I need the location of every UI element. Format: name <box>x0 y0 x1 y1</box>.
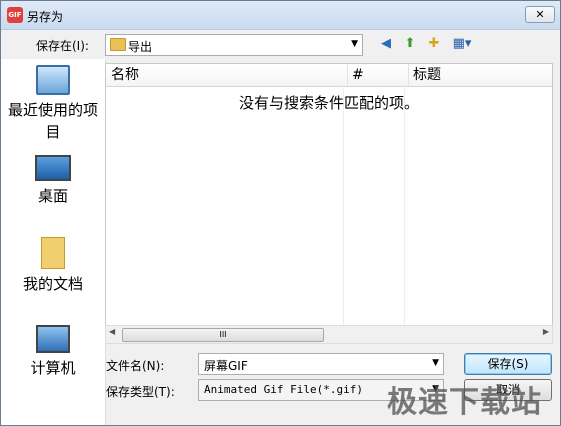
scroll-thumb[interactable]: III <box>122 328 324 342</box>
filetype-label: 保存类型(T): <box>106 385 175 399</box>
chevron-down-icon: ▼ <box>351 39 358 49</box>
back-icon[interactable]: ◀ <box>377 35 395 53</box>
column-divider <box>404 86 405 326</box>
file-list[interactable]: 名称 # 标题 没有与搜索条件匹配的项。 <box>105 63 553 327</box>
column-divider <box>343 86 344 326</box>
list-header: 名称 # 标题 <box>106 64 552 87</box>
computer-icon <box>36 325 70 353</box>
save-as-dialog: GIF 另存为 ✕ 保存在(I): 导出 ▼ ◀ ⬆ ✚ ▦▾ 最近使用的项目 … <box>0 0 561 426</box>
place-label: 桌面 <box>37 187 68 205</box>
places-bar: 最近使用的项目 桌面 我的文档 计算机 <box>1 59 106 425</box>
scroll-left-icon[interactable]: ◀ <box>109 327 115 336</box>
filetype-value: Animated Gif File(*.gif) <box>204 383 363 396</box>
title-bar: GIF 另存为 ✕ <box>1 1 560 30</box>
place-desktop[interactable]: 桌面 <box>1 155 105 207</box>
save-in-value: 导出 <box>128 40 153 54</box>
save-in-label: 保存在(I): <box>36 39 89 53</box>
new-folder-icon[interactable]: ✚ <box>425 35 443 53</box>
gif-app-icon: GIF <box>7 7 23 23</box>
filename-value: 屏幕GIF <box>204 359 248 373</box>
column-name[interactable]: 名称 <box>106 64 348 86</box>
place-documents[interactable]: 我的文档 <box>1 237 105 295</box>
save-button[interactable]: 保存(S) <box>464 353 552 375</box>
folder-icon <box>110 38 126 51</box>
window-title: 另存为 <box>27 10 64 24</box>
place-label: 最近使用的项目 <box>7 101 98 141</box>
save-in-combo[interactable]: 导出 ▼ <box>105 34 363 56</box>
filename-label: 文件名(N): <box>106 359 165 373</box>
place-recent[interactable]: 最近使用的项目 <box>1 65 105 143</box>
place-computer[interactable]: 计算机 <box>1 325 105 379</box>
horizontal-scrollbar[interactable]: ◀ III ▶ <box>105 325 553 344</box>
up-folder-icon[interactable]: ⬆ <box>401 35 419 53</box>
documents-icon <box>41 237 65 269</box>
desktop-icon <box>35 155 71 181</box>
watermark: 极速下载站 <box>387 385 542 420</box>
view-menu-icon[interactable]: ▦▾ <box>449 35 475 53</box>
column-title[interactable]: 标题 <box>409 64 553 86</box>
column-number[interactable]: # <box>348 64 409 86</box>
recent-icon <box>36 65 70 95</box>
scroll-right-icon[interactable]: ▶ <box>543 327 549 336</box>
chevron-down-icon: ▼ <box>432 358 439 368</box>
close-button[interactable]: ✕ <box>525 6 555 23</box>
place-label: 计算机 <box>30 359 76 377</box>
empty-message: 没有与搜索条件匹配的项。 <box>238 94 419 112</box>
filename-input[interactable]: 屏幕GIF ▼ <box>198 353 444 375</box>
place-label: 我的文档 <box>22 275 83 293</box>
